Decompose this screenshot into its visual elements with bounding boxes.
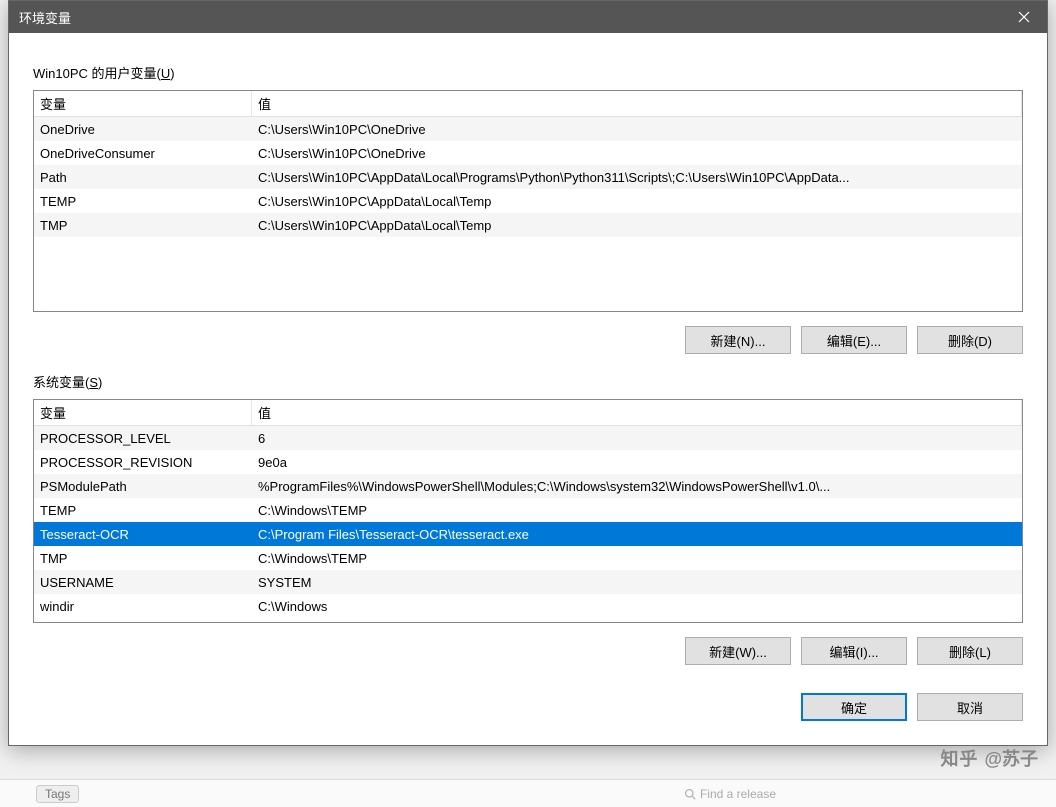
env-vars-dialog: 环境变量 Win10PC 的用户变量(U) 变量 值 OneDriveC:\Us… — [8, 0, 1048, 746]
system-delete-button[interactable]: 删除(L) — [917, 637, 1023, 665]
column-header-variable[interactable]: 变量 — [34, 400, 252, 425]
dialog-body: Win10PC 的用户变量(U) 变量 值 OneDriveC:\Users\W… — [9, 33, 1047, 745]
background-search-text: Find a release — [700, 787, 776, 801]
cell-variable: OneDriveConsumer — [34, 144, 252, 163]
table-row[interactable]: TMPC:\Windows\TEMP — [34, 546, 1022, 570]
user-edit-button[interactable]: 编辑(E)... — [801, 326, 907, 354]
user-vars-rows: OneDriveC:\Users\Win10PC\OneDriveOneDriv… — [34, 117, 1022, 237]
cell-variable: TMP — [34, 216, 252, 235]
cell-value: C:\Windows\TEMP — [252, 549, 1022, 568]
cell-value: C:\Windows — [252, 597, 1022, 616]
system-vars-label: 系统变量(S) — [33, 372, 1023, 391]
user-vars-header[interactable]: 变量 值 — [34, 91, 1022, 117]
table-row[interactable]: TEMPC:\Users\Win10PC\AppData\Local\Temp — [34, 189, 1022, 213]
cell-value: C:\Users\Win10PC\AppData\Local\Temp — [252, 192, 1022, 211]
table-row[interactable]: windirC:\Windows — [34, 594, 1022, 618]
watermark: 知乎 @苏子 — [940, 745, 1038, 771]
table-row[interactable]: Tesseract-OCRC:\Program Files\Tesseract-… — [34, 522, 1022, 546]
user-vars-listview[interactable]: 变量 值 OneDriveC:\Users\Win10PC\OneDriveOn… — [33, 90, 1023, 312]
table-row[interactable]: TEMPC:\Windows\TEMP — [34, 498, 1022, 522]
column-header-variable[interactable]: 变量 — [34, 91, 252, 116]
system-vars-buttons: 新建(W)... 编辑(I)... 删除(L) — [33, 637, 1023, 665]
table-row[interactable]: PROCESSOR_REVISION9e0a — [34, 450, 1022, 474]
cell-value: 9e0a — [252, 453, 1022, 472]
cell-variable: OneDrive — [34, 120, 252, 139]
cell-variable: USERNAME — [34, 573, 252, 592]
column-header-value[interactable]: 值 — [252, 91, 1022, 116]
table-row[interactable]: OneDriveConsumerC:\Users\Win10PC\OneDriv… — [34, 141, 1022, 165]
cell-variable: windir — [34, 597, 252, 616]
user-delete-button[interactable]: 删除(D) — [917, 326, 1023, 354]
system-edit-button[interactable]: 编辑(I)... — [801, 637, 907, 665]
cell-value: %ProgramFiles%\WindowsPowerShell\Modules… — [252, 477, 1022, 496]
cell-variable: PROCESSOR_REVISION — [34, 453, 252, 472]
user-vars-buttons: 新建(N)... 编辑(E)... 删除(D) — [33, 326, 1023, 354]
dialog-footer-buttons: 确定 取消 — [33, 693, 1023, 721]
cell-value: C:\Users\Win10PC\OneDrive — [252, 120, 1022, 139]
table-row[interactable]: PSModulePath%ProgramFiles%\WindowsPowerS… — [34, 474, 1022, 498]
cell-value: C:\Windows\TEMP — [252, 501, 1022, 520]
user-vars-label: Win10PC 的用户变量(U) — [33, 63, 1023, 82]
watermark-author: @苏子 — [984, 745, 1038, 771]
background-tag: Tags — [36, 785, 79, 803]
system-vars-listview[interactable]: 变量 值 PROCESSOR_LEVEL6PROCESSOR_REVISION9… — [33, 399, 1023, 623]
ok-button[interactable]: 确定 — [801, 693, 907, 721]
cancel-button[interactable]: 取消 — [917, 693, 1023, 721]
table-row[interactable]: OneDriveC:\Users\Win10PC\OneDrive — [34, 117, 1022, 141]
user-new-button[interactable]: 新建(N)... — [685, 326, 791, 354]
close-button[interactable] — [1001, 1, 1047, 33]
cell-value: 6 — [252, 429, 1022, 448]
cell-value: C:\Users\Win10PC\AppData\Local\Programs\… — [252, 168, 1022, 187]
system-vars-scroll[interactable]: 变量 值 PROCESSOR_LEVEL6PROCESSOR_REVISION9… — [34, 400, 1022, 622]
close-icon — [1018, 11, 1030, 23]
cell-variable: Tesseract-OCR — [34, 525, 252, 544]
column-header-value[interactable]: 值 — [252, 400, 1022, 425]
cell-variable: TEMP — [34, 501, 252, 520]
window-title: 环境变量 — [19, 8, 71, 27]
cell-variable: PROCESSOR_LEVEL — [34, 429, 252, 448]
zhihu-logo: 知乎 — [940, 745, 978, 771]
cell-variable: Path — [34, 168, 252, 187]
titlebar[interactable]: 环境变量 — [9, 1, 1047, 33]
search-icon — [684, 788, 696, 800]
system-new-button[interactable]: 新建(W)... — [685, 637, 791, 665]
table-row[interactable]: TMPC:\Users\Win10PC\AppData\Local\Temp — [34, 213, 1022, 237]
cell-variable: TMP — [34, 549, 252, 568]
background-search-hint: Find a release — [684, 787, 776, 801]
table-row[interactable]: PathC:\Users\Win10PC\AppData\Local\Progr… — [34, 165, 1022, 189]
table-row[interactable]: USERNAMESYSTEM — [34, 570, 1022, 594]
cell-value: SYSTEM — [252, 573, 1022, 592]
system-vars-header[interactable]: 变量 值 — [34, 400, 1022, 426]
system-vars-rows: PROCESSOR_LEVEL6PROCESSOR_REVISION9e0aPS… — [34, 426, 1022, 618]
cell-value: C:\Users\Win10PC\OneDrive — [252, 144, 1022, 163]
cell-value: C:\Program Files\Tesseract-OCR\tesseract… — [252, 525, 1022, 544]
cell-variable: TEMP — [34, 192, 252, 211]
cell-value: C:\Users\Win10PC\AppData\Local\Temp — [252, 216, 1022, 235]
cell-variable: PSModulePath — [34, 477, 252, 496]
table-row[interactable]: PROCESSOR_LEVEL6 — [34, 426, 1022, 450]
background-bottom-bar: Find a release — [0, 779, 1056, 807]
